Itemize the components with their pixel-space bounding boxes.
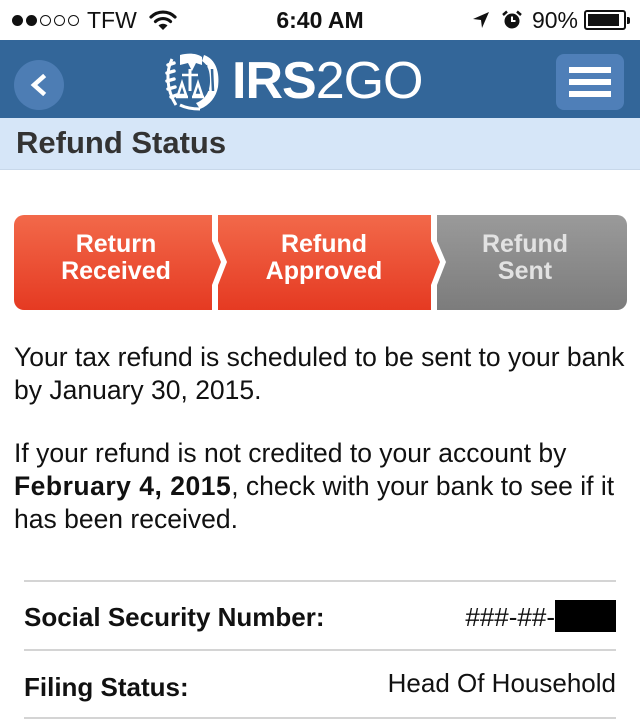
battery-percent: 90%	[531, 6, 578, 33]
signal-dot	[40, 14, 51, 26]
ssn-masked-text: ###-##-	[465, 602, 555, 632]
divider	[24, 717, 616, 719]
step-label-return-received: Return Received	[14, 231, 218, 285]
page-title: Refund Status	[16, 125, 227, 160]
battery-icon	[584, 10, 630, 30]
status-left: TFW	[12, 6, 177, 34]
status-right: 90%	[472, 6, 630, 34]
ssn-value: ###-##-	[465, 600, 616, 633]
ssn-redaction-block	[555, 600, 616, 632]
step-label-line2: Received	[61, 257, 171, 285]
refund-credit-notice: If your refund is not credited to your a…	[14, 437, 634, 536]
step-label-line2: Sent	[497, 257, 553, 285]
logo-text-irs: IRS	[232, 52, 317, 110]
signal-dot	[54, 14, 65, 26]
step-label-refund-approved: Refund Approved	[220, 231, 428, 285]
alarm-clock-icon	[502, 10, 522, 29]
hamburger-menu-icon-bar	[569, 67, 611, 73]
signal-dot	[12, 14, 23, 26]
chevron-left-icon	[30, 74, 47, 96]
battery-fill	[588, 14, 619, 26]
logo-text-2go: 2GO	[315, 52, 424, 110]
step-label-line2: Approved	[265, 257, 383, 285]
irs-eagle-emblem-icon	[165, 53, 219, 111]
notice-text-prefix: If your refund is not credited to your a…	[14, 438, 567, 468]
ssn-label: Social Security Number:	[24, 602, 325, 632]
irs2go-logo: IRS 2GO	[162, 50, 424, 112]
filing-status-label: Filing Status:	[24, 672, 189, 702]
signal-dot	[68, 14, 79, 26]
step-label-line1: Return	[75, 230, 157, 258]
hamburger-menu-icon-bar	[569, 91, 611, 97]
location-arrow-icon	[472, 12, 489, 28]
back-button[interactable]	[14, 60, 64, 110]
signal-dot	[26, 14, 37, 26]
menu-button[interactable]	[556, 54, 624, 110]
hamburger-menu-icon-bar	[569, 79, 611, 85]
divider	[24, 649, 616, 651]
page-header: Refund Status	[0, 118, 640, 170]
step-label-line1: Refund	[481, 230, 569, 258]
notice-deadline-date: February 4, 2015	[14, 471, 232, 501]
carrier-name: TFW	[87, 6, 137, 33]
wifi-icon	[149, 10, 177, 30]
app-navbar: IRS 2GO	[0, 40, 640, 118]
refund-progress-tracker: Return Received Refund Approved Refund S…	[14, 215, 627, 310]
divider	[24, 580, 616, 582]
step-label-line1: Refund	[280, 230, 368, 258]
signal-dots-icon	[12, 14, 79, 26]
step-label-refund-sent: Refund Sent	[438, 231, 612, 285]
filing-status-value: Head Of Household	[387, 668, 616, 698]
status-bar: TFW 6:40 AM 90%	[0, 0, 640, 40]
refund-schedule-message: Your tax refund is scheduled to be sent …	[14, 342, 625, 405]
